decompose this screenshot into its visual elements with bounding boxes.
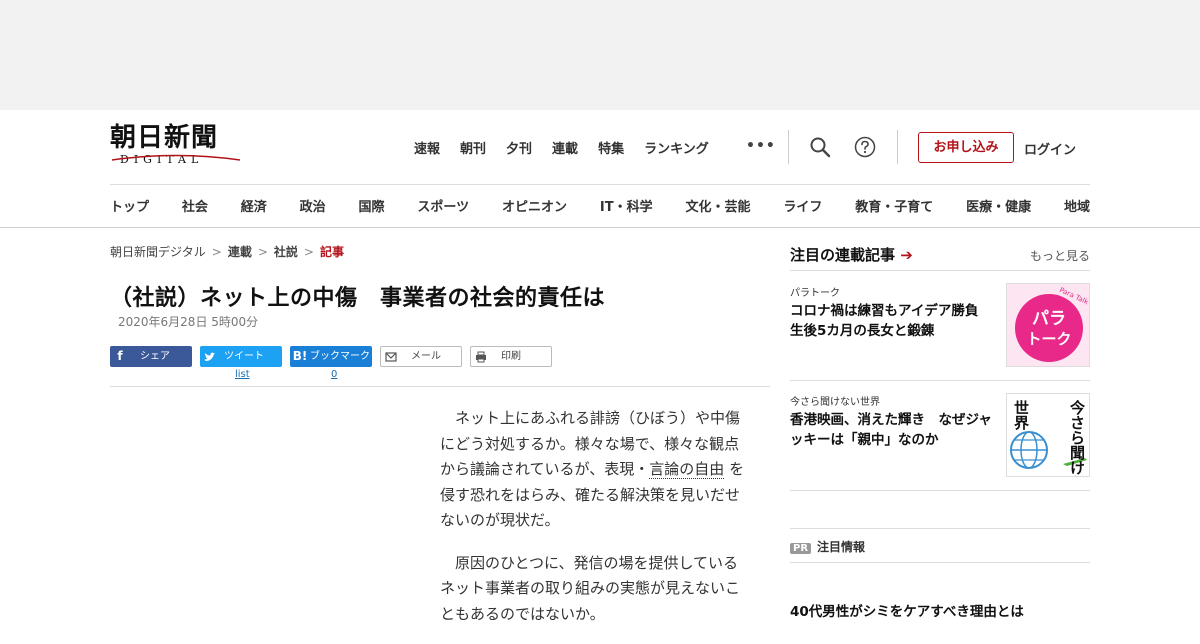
twitter-bird-icon <box>204 352 216 361</box>
sidebar-divider <box>790 528 1090 529</box>
category-top[interactable]: トップ <box>110 196 149 215</box>
sidebar-divider <box>790 562 1090 563</box>
hatena-bookmark-button[interactable]: B! ブックマーク <box>290 346 372 367</box>
article-title: （社説）ネット上の中傷 事業者の社会的責任は <box>110 286 606 311</box>
category-life[interactable]: ライフ <box>783 196 822 215</box>
keyword-link[interactable]: 言論の自由 <box>649 460 725 479</box>
arrow-right-icon: ➔ <box>900 246 913 264</box>
logo-title: 朝日新聞 <box>110 123 219 153</box>
breadcrumb-home[interactable]: 朝日新聞デジタル <box>110 245 206 259</box>
print-label: 印刷 <box>501 351 521 362</box>
article-date: 2020年6月28日 5時00分 <box>118 315 259 329</box>
category-education[interactable]: 教育・子育て <box>855 196 933 215</box>
category-politics[interactable]: 政治 <box>300 196 326 215</box>
article-paragraph: ネット上にあふれる誹謗（ひぼう）や中傷にどう対処するか。様々な場で、様々な観点か… <box>440 406 752 534</box>
nav-item-yuukan[interactable]: 夕刊 <box>506 138 532 158</box>
sidebar-divider <box>790 490 1090 491</box>
sekai-thumbnail[interactable]: 今さら聞けない 世界 <box>1006 393 1090 477</box>
twitter-share-label: ツイート <box>224 351 264 362</box>
category-international[interactable]: 国際 <box>359 196 385 215</box>
breadcrumb-rensai[interactable]: 連載 <box>228 245 252 259</box>
series-article-title[interactable]: コロナ禍は練習もアイデア勝負 生後5カ月の長女と鍛錬 <box>790 301 1000 341</box>
breadcrumb: 朝日新聞デジタル > 連載 > 社説 > 記事 <box>110 243 344 260</box>
category-economy[interactable]: 経済 <box>241 196 267 215</box>
category-culture[interactable]: 文化・芸能 <box>685 196 750 215</box>
category-health[interactable]: 医療・健康 <box>966 196 1031 215</box>
article-paragraph: 原因のひとつに、発信の場を提供しているネット事業者の取り組みの実態が見えないこと… <box>440 553 741 623</box>
ima-sara-text: 今さら聞けない <box>1068 399 1086 477</box>
breadcrumb-separator: > <box>257 245 268 259</box>
mail-icon <box>385 351 397 362</box>
header-divider <box>788 130 789 164</box>
sidebar-heading[interactable]: 注目の連載記事 ➔ <box>790 244 913 265</box>
series-article-title[interactable]: 香港映画、消えた輝き なぜジャッキーは「親中」なのか <box>790 410 1000 450</box>
login-link[interactable]: ログイン <box>1024 139 1076 158</box>
para-talk-thumbnail[interactable]: パラ トーク Para Talk <box>1006 283 1090 367</box>
globe-image-icon: 今さら聞けない 世界 <box>1010 399 1087 477</box>
header-divider <box>897 130 898 164</box>
para-talk-image-icon: パラ トーク Para Talk <box>1015 286 1089 362</box>
breadcrumb-separator: > <box>303 245 314 259</box>
breadcrumb-separator: > <box>211 245 222 259</box>
facebook-share-button[interactable]: f シェア <box>110 346 192 367</box>
breadcrumb-current: 記事 <box>319 245 344 259</box>
header-inner-divider <box>110 184 1090 185</box>
site-logo[interactable]: 朝日新聞 DIGITAL <box>110 124 242 170</box>
article-divider <box>110 386 770 387</box>
series-category[interactable]: 今さら聞けない世界 <box>790 393 880 408</box>
pr-badge: PR <box>790 543 812 554</box>
facebook-share-label: シェア <box>140 351 170 362</box>
category-region[interactable]: 地域 <box>1064 196 1090 215</box>
nav-item-rensai[interactable]: 連載 <box>552 138 578 158</box>
more-link[interactable]: もっと見る <box>1030 247 1090 264</box>
twitter-count[interactable]: list <box>235 369 250 380</box>
nav-item-ranking[interactable]: ランキング <box>644 138 709 158</box>
pr-section-heading: PR 注目情報 <box>790 538 865 555</box>
hatena-label: ブックマーク <box>310 351 370 362</box>
sekai-text: 世界 <box>1012 399 1030 431</box>
facebook-icon: f <box>117 349 123 363</box>
help-icon[interactable] <box>854 136 876 158</box>
para-talk-line2: トーク <box>1026 330 1071 348</box>
site-header: 朝日新聞 DIGITAL 速報 朝刊 夕刊 連載 特集 ランキング ••• お申… <box>0 110 1200 228</box>
sidebar-divider <box>790 270 1090 271</box>
nav-item-sokuho[interactable]: 速報 <box>414 138 440 158</box>
hatena-count[interactable]: 0 <box>331 369 337 380</box>
more-menu-icon[interactable]: ••• <box>746 138 776 154</box>
para-talk-line1: パラ <box>1032 309 1066 329</box>
category-it-science[interactable]: IT・科学 <box>600 196 653 215</box>
sidebar-divider <box>790 380 1090 381</box>
nav-item-tokushu[interactable]: 特集 <box>598 138 624 158</box>
signup-button[interactable]: お申し込み <box>918 132 1014 163</box>
sidebar-heading-text: 注目の連載記事 <box>790 246 896 264</box>
print-button[interactable]: 印刷 <box>470 346 552 367</box>
mail-label: メール <box>411 351 441 362</box>
top-nav: 速報 朝刊 夕刊 連載 特集 ランキング <box>414 138 729 158</box>
printer-icon <box>476 351 486 362</box>
pr-article-title[interactable]: 40代男性がシミをケアすべき理由とは <box>790 600 1024 620</box>
search-icon[interactable] <box>809 136 831 158</box>
nav-item-choukan[interactable]: 朝刊 <box>460 138 486 158</box>
hatena-icon: B! <box>292 349 308 363</box>
series-category[interactable]: パラトーク <box>790 284 840 299</box>
ad-banner-area <box>0 0 1200 110</box>
article-body: ネット上にあふれる誹謗（ひぼう）や中傷にどう対処するか。様々な場で、様々な観点か… <box>440 406 752 644</box>
category-nav: トップ 社会 経済 政治 国際 スポーツ オピニオン IT・科学 文化・芸能 ラ… <box>110 196 1090 215</box>
category-opinion[interactable]: オピニオン <box>502 196 567 215</box>
breadcrumb-shasetsu[interactable]: 社説 <box>274 245 298 259</box>
pr-heading-text: 注目情報 <box>817 540 866 554</box>
category-society[interactable]: 社会 <box>182 196 208 215</box>
twitter-share-button[interactable]: ツイート <box>200 346 282 367</box>
mail-share-button[interactable]: メール <box>380 346 462 367</box>
category-sports[interactable]: スポーツ <box>417 196 469 215</box>
logo-arc-icon <box>111 154 241 161</box>
